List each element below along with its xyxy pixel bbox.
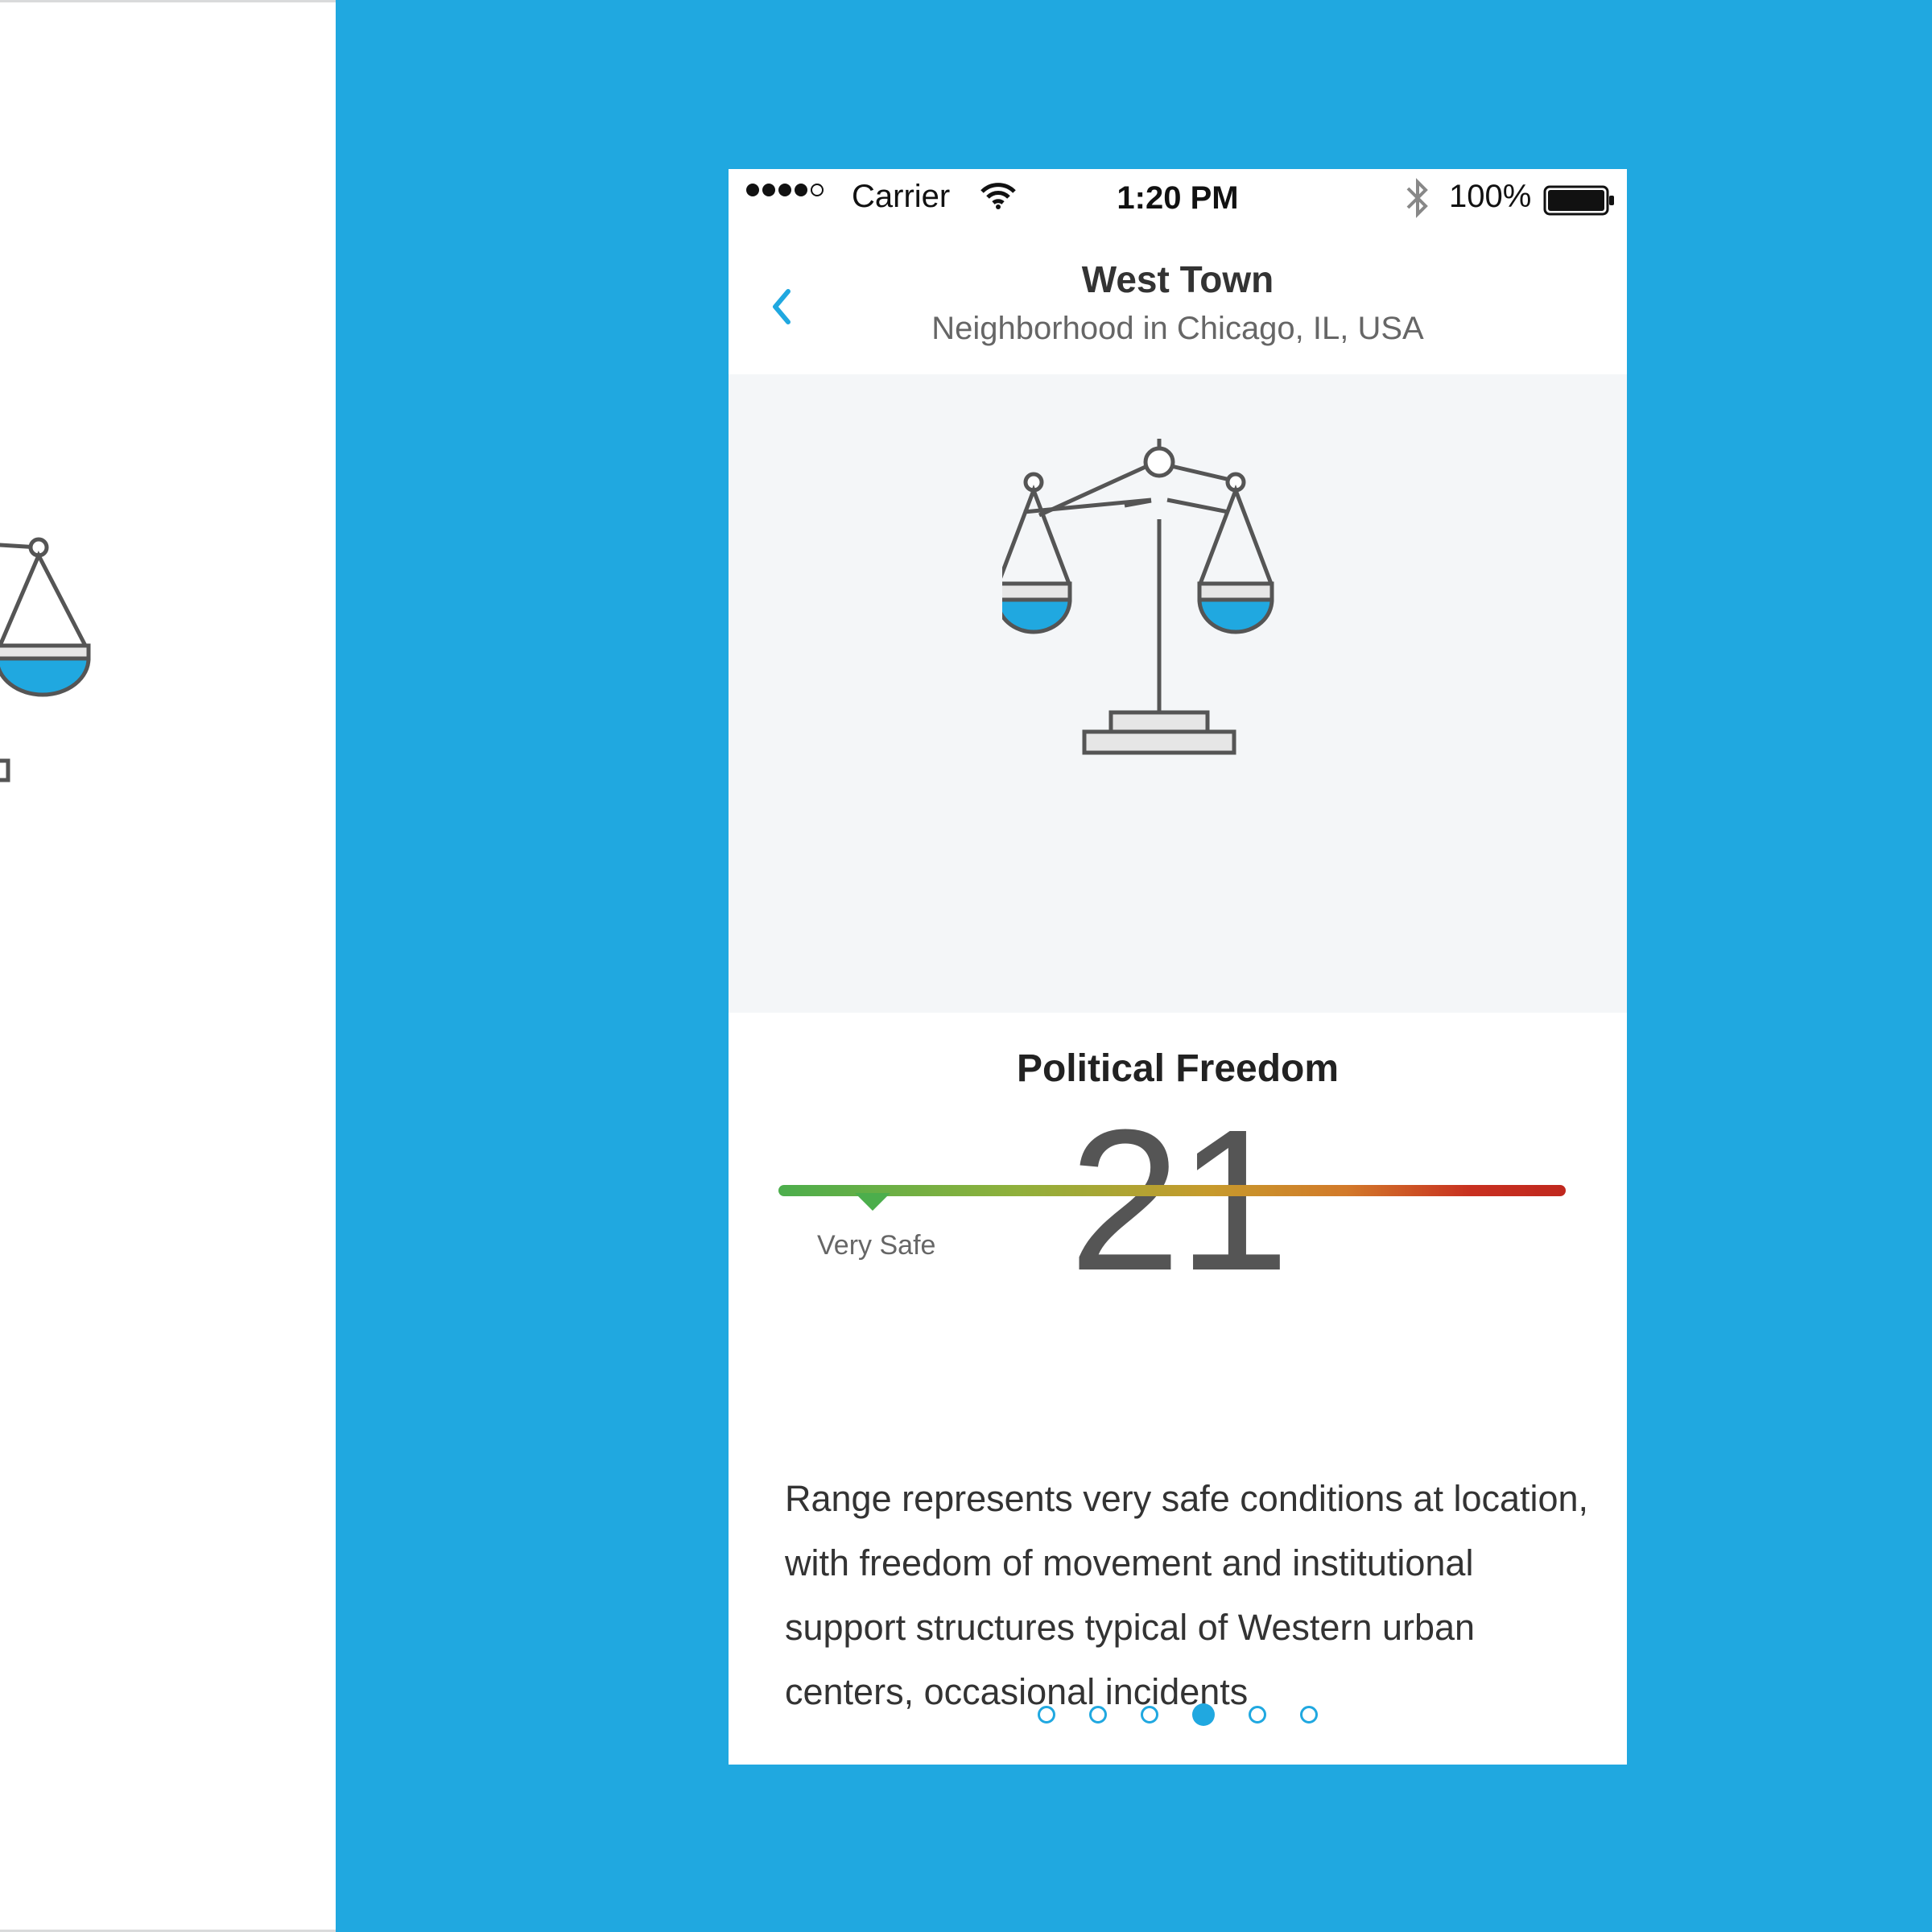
hero-illustration	[729, 374, 1627, 1013]
status-bar: Carrier 1:20 PM 100%	[729, 169, 1627, 225]
pager-dot[interactable]	[1141, 1706, 1158, 1724]
page-indicator	[729, 1699, 1627, 1731]
divider	[0, 0, 336, 2]
navigation-bar: West Town Neighborhood in Chicago, IL, U…	[729, 225, 1627, 366]
battery-icon	[1543, 185, 1614, 216]
phone-screen: Carrier 1:20 PM 100% West Town Neighborh…	[729, 169, 1627, 1765]
pager-dot[interactable]	[1249, 1706, 1266, 1724]
scales-icon	[0, 537, 91, 782]
page-subtitle: Neighborhood in Chicago, IL, USA	[931, 311, 1424, 346]
safety-gauge: Very Safe	[778, 1185, 1566, 1265]
metric-title: Political Freedom	[1016, 1047, 1340, 1090]
bluetooth-icon	[1406, 178, 1428, 218]
scales-of-justice-icon	[1002, 439, 1274, 755]
metric-description: Range represents very safe conditions at…	[785, 1478, 1589, 1712]
gauge-marker	[855, 1193, 891, 1211]
gauge-level-label: Very Safe	[817, 1230, 936, 1261]
left-preview-panel	[0, 0, 336, 1932]
page-title: West Town	[1081, 258, 1274, 300]
pager-dot[interactable]	[1300, 1706, 1318, 1724]
pager-dot[interactable]	[1192, 1703, 1215, 1726]
pager-dot[interactable]	[1038, 1706, 1055, 1724]
pager-dot[interactable]	[1089, 1706, 1107, 1724]
gauge-gradient-bar	[778, 1185, 1566, 1196]
battery-percent: 100%	[1449, 179, 1532, 214]
